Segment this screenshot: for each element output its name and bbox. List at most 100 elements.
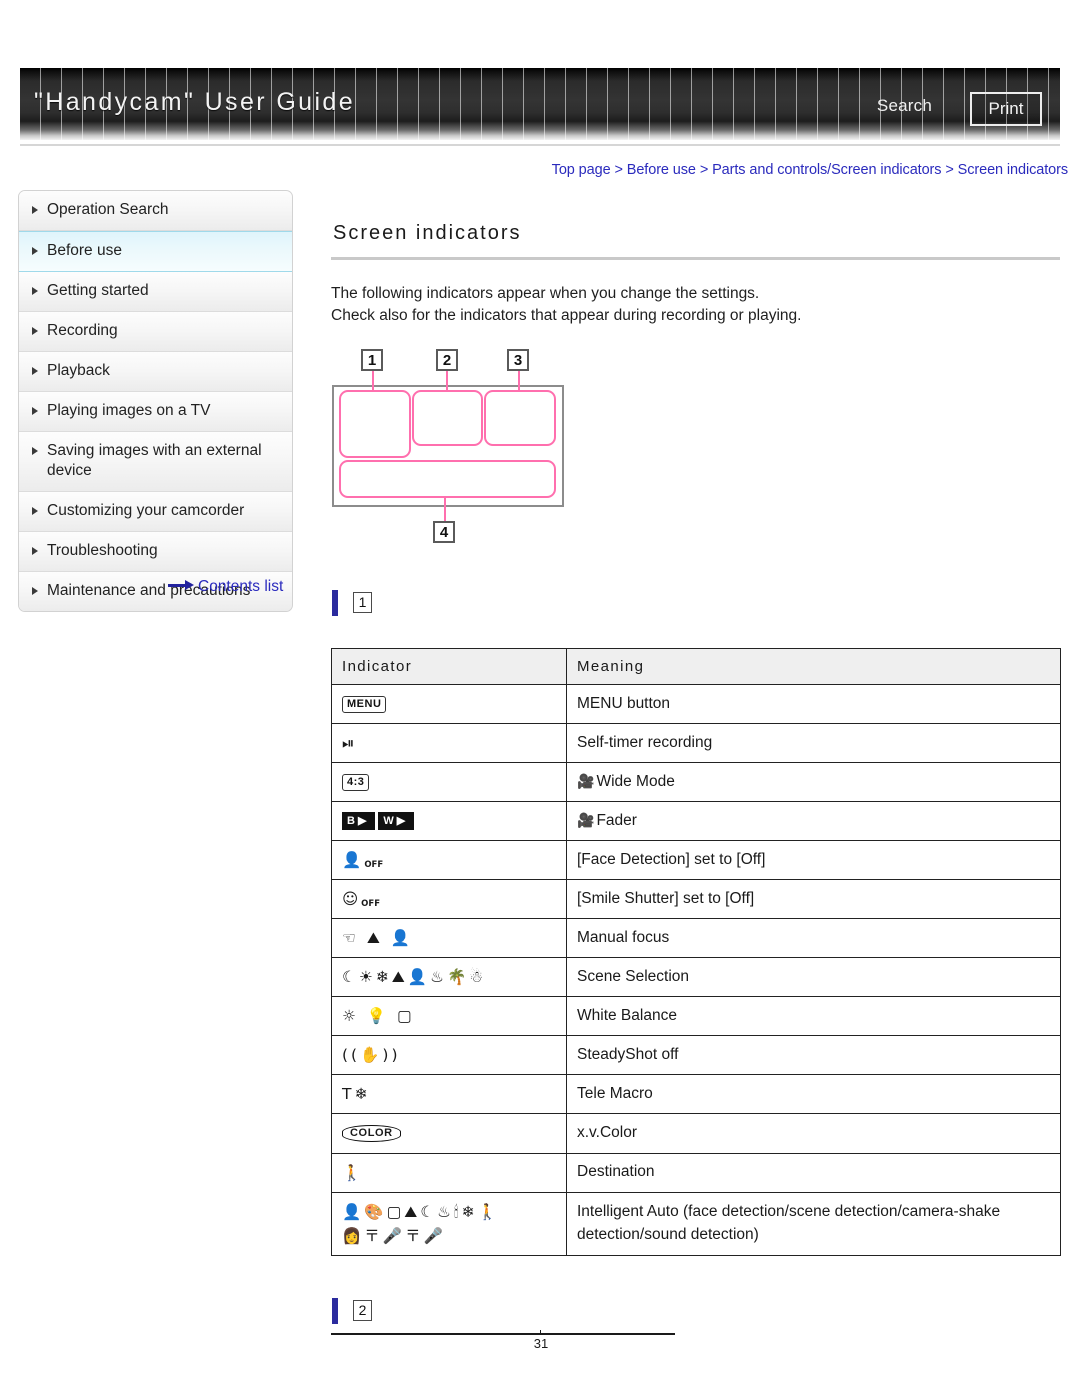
sidebar-item-getting-started[interactable]: Getting started xyxy=(19,271,292,312)
fader-black-white-icon: B▶ W▶ xyxy=(331,801,567,842)
destination-icon: 🚶 xyxy=(331,1152,567,1193)
table-row: 🚶 Destination xyxy=(331,1152,1061,1193)
sidebar-item-label: Playback xyxy=(47,361,110,379)
row-meaning: White Balance xyxy=(566,996,1061,1037)
indicator-table: Indicator Meaning MENU MENU button ⏯ Sel… xyxy=(331,648,1061,1256)
header-divider xyxy=(20,144,1060,146)
diagram-region-4 xyxy=(339,460,556,498)
sidebar-item-troubleshooting[interactable]: Troubleshooting xyxy=(19,532,292,573)
xv-color-icon: COLOR xyxy=(331,1113,567,1154)
row-meaning: [Face Detection] set to [Off] xyxy=(566,840,1061,881)
bullet-icon xyxy=(32,206,38,214)
sidebar-item-label: Customizing your camcorder xyxy=(47,502,245,520)
table-row: ☼ 💡 ▢ White Balance xyxy=(331,996,1061,1037)
sidebar-item-before-use[interactable]: Before use xyxy=(19,230,292,272)
sidebar-item-operation-search[interactable]: Operation Search xyxy=(19,191,292,231)
table-row: 👤OFF [Face Detection] set to [Off] xyxy=(331,840,1061,881)
diagram-region-1 xyxy=(339,390,411,458)
section-number: 2 xyxy=(353,1299,372,1321)
table-row: ☜ ⛰ 👤 Manual focus xyxy=(331,918,1061,959)
row-meaning: Manual focus xyxy=(566,918,1061,959)
table-row: ☾☀❄⛰👤♨🌴☃ Scene Selection xyxy=(331,957,1061,998)
sidebar-item-label: Troubleshooting xyxy=(47,542,158,560)
bullet-icon xyxy=(32,547,38,556)
row-meaning: 🎥 Fader xyxy=(566,801,1061,842)
sidebar-item-label: Operation Search xyxy=(47,201,169,218)
sidebar-item-customizing-your-camcorder[interactable]: Customizing your camcorder xyxy=(19,492,292,533)
sidebar-item-playing-images-on-a-tv[interactable]: Playing images on a TV xyxy=(19,391,292,432)
table-row: 👤🎨▢⛰☾♨🕯❄🚶 👩〒🎤〒🎤 Intelligent Auto (face de… xyxy=(331,1191,1061,1256)
print-button[interactable]: Print xyxy=(970,92,1042,126)
row-meaning: Intelligent Auto (face detection/scene d… xyxy=(566,1191,1061,1256)
row-meaning: x.v.Color xyxy=(566,1113,1061,1154)
section-number: 1 xyxy=(353,592,372,613)
diagram-leader-line-3 xyxy=(518,369,520,391)
intro-line-1: The following indicators appear when you… xyxy=(331,285,760,302)
table-row: MENU MENU button xyxy=(331,683,1061,725)
table-row: ⏯ Self-timer recording xyxy=(331,723,1061,764)
row-meaning: [Smile Shutter] set to [Off] xyxy=(566,879,1061,920)
search-button[interactable]: Search xyxy=(877,96,932,116)
sidebar-item-label: Playing images on a TV xyxy=(47,401,211,419)
app-title: "Handycam" User Guide xyxy=(34,88,356,116)
screen-layout-diagram: 1 2 3 4 xyxy=(332,343,632,548)
title-divider xyxy=(331,257,1060,260)
bullet-icon xyxy=(32,286,38,295)
bullet-icon xyxy=(32,587,38,596)
table-row: T❄ Tele Macro xyxy=(331,1074,1061,1115)
diagram-callout-2: 2 xyxy=(436,349,458,371)
sidebar-item-label: Saving images with an external device xyxy=(47,441,262,480)
steadyshot-off-icon: ((✋)) xyxy=(331,1035,567,1076)
manual-focus-icon: ☜ ⛰ 👤 xyxy=(331,918,567,959)
page-title: Screen indicators xyxy=(333,222,522,244)
menu-button-icon: MENU xyxy=(331,683,567,725)
table-row: COLOR x.v.Color xyxy=(331,1113,1061,1154)
column-header-meaning: Meaning xyxy=(566,648,1061,685)
intelligent-auto-icons: 👤🎨▢⛰☾♨🕯❄🚶 👩〒🎤〒🎤 xyxy=(331,1191,567,1256)
row-meaning: 🎥 Wide Mode xyxy=(566,762,1061,803)
sidebar-item-recording[interactable]: Recording xyxy=(19,311,292,352)
table-row: ((✋)) SteadyShot off xyxy=(331,1035,1061,1076)
sidebar-item-label: Recording xyxy=(47,321,118,339)
row-meaning: Self-timer recording xyxy=(566,723,1061,764)
bullet-icon xyxy=(32,326,38,335)
bullet-icon xyxy=(32,246,38,255)
breadcrumb[interactable]: Top page > Before use > Parts and contro… xyxy=(552,162,1068,178)
contents-list-label: Contents list xyxy=(198,578,284,595)
bullet-icon xyxy=(32,366,38,375)
column-header-indicator: Indicator xyxy=(331,648,567,685)
table-header-row: Indicator Meaning xyxy=(331,648,1061,685)
diagram-region-2 xyxy=(412,390,483,446)
page-number: 31 xyxy=(533,1336,549,1351)
section-marker-1: 1 xyxy=(331,590,1060,616)
contents-list-link[interactable]: Contents list xyxy=(168,578,283,596)
table-row: ☺OFF [Smile Shutter] set to [Off] xyxy=(331,879,1061,920)
table-row: 4:3 🎥 Wide Mode xyxy=(331,762,1061,803)
aspect-ratio-4-3-icon: 4:3 xyxy=(331,762,567,803)
sidebar-item-playback[interactable]: Playback xyxy=(19,351,292,392)
white-balance-icons: ☼ 💡 ▢ xyxy=(331,996,567,1037)
footer-tick-mark xyxy=(540,1330,541,1335)
row-meaning: SteadyShot off xyxy=(566,1035,1061,1076)
diagram-leader-line-4 xyxy=(444,497,446,523)
diagram-callout-4: 4 xyxy=(433,521,455,543)
diagram-leader-line-2 xyxy=(446,369,448,391)
smile-shutter-off-icon: ☺OFF xyxy=(331,879,567,920)
intro-line-2: Check also for the indicators that appea… xyxy=(331,307,802,324)
main-content: Screen indicators The following indicato… xyxy=(331,222,1061,1324)
bullet-icon xyxy=(32,507,38,516)
bullet-icon xyxy=(32,406,38,415)
scene-selection-icons: ☾☀❄⛰👤♨🌴☃ xyxy=(331,957,567,998)
sidebar-item-saving-images-external-device[interactable]: Saving images with an external device xyxy=(19,431,292,493)
arrow-right-icon xyxy=(168,580,194,590)
film-icon: 🎥 xyxy=(577,772,595,789)
row-meaning: Tele Macro xyxy=(566,1074,1061,1115)
bullet-icon xyxy=(32,446,38,455)
diagram-leader-line-1 xyxy=(372,369,374,391)
self-timer-icon: ⏯ xyxy=(331,723,567,764)
diagram-callout-3: 3 xyxy=(507,349,529,371)
sidebar-navigation: Operation Search Before use Getting star… xyxy=(18,190,293,613)
header-banner: "Handycam" User Guide Search Print xyxy=(20,68,1060,140)
face-detection-off-icon: 👤OFF xyxy=(331,840,567,881)
section-bar-icon xyxy=(332,1297,338,1324)
